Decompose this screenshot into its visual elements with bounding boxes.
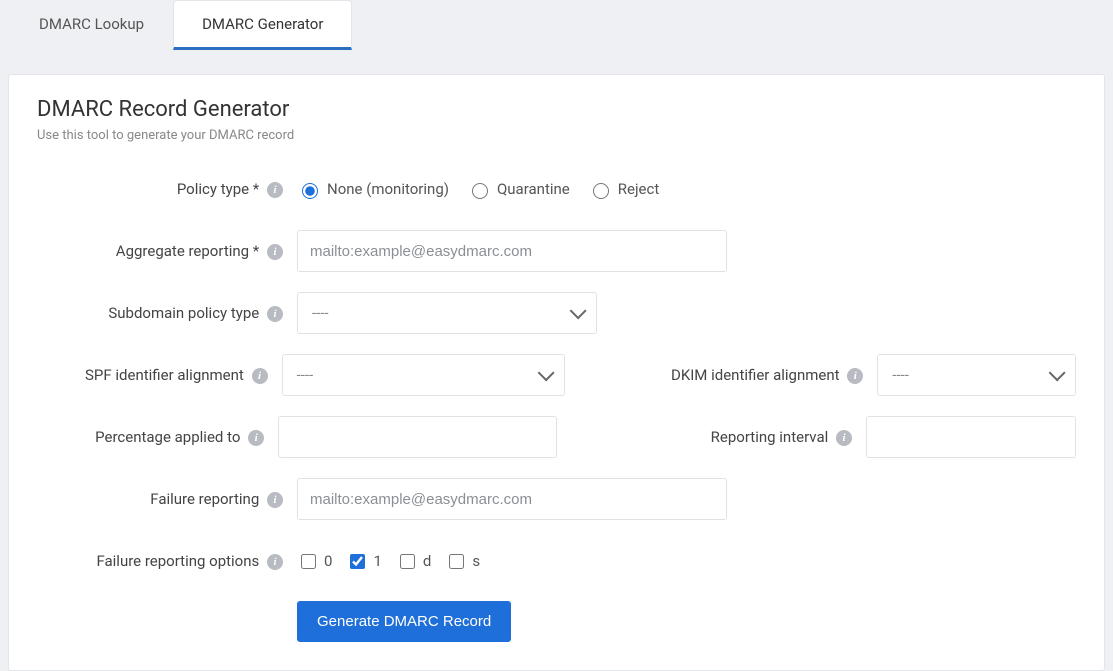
- info-icon[interactable]: i: [836, 430, 852, 446]
- failure-opt-1-label: 1: [373, 552, 381, 570]
- info-icon[interactable]: i: [252, 368, 268, 384]
- aggregate-label: Aggregate reporting * i: [37, 242, 297, 260]
- failure-opt-d-label: d: [423, 552, 431, 570]
- dkim-text: DKIM identifier alignment: [671, 366, 840, 384]
- spf-align-select[interactable]: ----: [282, 354, 565, 396]
- chevron-down-icon: [537, 364, 554, 381]
- failure-opt-1[interactable]: 1: [346, 551, 381, 572]
- page-title: DMARC Record Generator: [37, 97, 1076, 122]
- info-icon[interactable]: i: [267, 306, 283, 322]
- subdomain-label: Subdomain policy type i: [37, 304, 297, 322]
- policy-reject-radio[interactable]: [593, 183, 609, 199]
- subdomain-policy-value: ----: [312, 304, 329, 322]
- policy-quarantine[interactable]: Quarantine: [467, 180, 570, 199]
- policy-quarantine-radio[interactable]: [472, 183, 488, 199]
- policy-none[interactable]: None (monitoring): [297, 180, 449, 199]
- failure-opt-0-label: 0: [324, 552, 332, 570]
- failure-opt-0[interactable]: 0: [297, 551, 332, 572]
- tab-lookup[interactable]: DMARC Lookup: [10, 0, 173, 50]
- policy-quarantine-label: Quarantine: [497, 180, 570, 198]
- interval-text: Reporting interval: [711, 428, 829, 446]
- failure-reporting-input[interactable]: [297, 478, 727, 520]
- info-icon[interactable]: i: [267, 492, 283, 508]
- chevron-down-icon: [570, 302, 587, 319]
- page-subtitle: Use this tool to generate your DMARC rec…: [37, 128, 1076, 143]
- info-icon[interactable]: i: [267, 244, 283, 260]
- policy-none-radio[interactable]: [302, 183, 318, 199]
- pct-label: Percentage applied to i: [37, 428, 278, 446]
- tab-lookup-label: DMARC Lookup: [39, 15, 144, 33]
- failure-opt-s-check[interactable]: [449, 554, 464, 569]
- tab-generator-label: DMARC Generator: [202, 15, 323, 33]
- pct-text: Percentage applied to: [95, 428, 240, 446]
- failure-text: Failure reporting: [150, 490, 259, 508]
- percentage-input[interactable]: [278, 416, 557, 458]
- dkim-label: DKIM identifier alignment i: [605, 366, 878, 384]
- generator-panel: DMARC Record Generator Use this tool to …: [8, 74, 1105, 671]
- interval-label: Reporting interval i: [597, 428, 866, 446]
- info-icon[interactable]: i: [267, 554, 283, 570]
- failure-opt-s-label: s: [472, 552, 480, 570]
- generate-button[interactable]: Generate DMARC Record: [297, 601, 511, 642]
- aggregate-text: Aggregate reporting *: [116, 242, 259, 260]
- failure-opt-1-check[interactable]: [350, 554, 365, 569]
- tabs: DMARC Lookup DMARC Generator: [0, 0, 1113, 50]
- spf-text: SPF identifier alignment: [85, 366, 244, 384]
- policy-reject-label: Reject: [618, 180, 660, 198]
- info-icon[interactable]: i: [248, 430, 264, 446]
- failure-opt-0-check[interactable]: [301, 554, 316, 569]
- interval-input[interactable]: [866, 416, 1076, 458]
- failure-label: Failure reporting i: [37, 490, 297, 508]
- policy-reject[interactable]: Reject: [588, 180, 660, 199]
- dkim-align-value: ----: [892, 366, 909, 384]
- tab-generator[interactable]: DMARC Generator: [173, 0, 352, 50]
- failure-option-checks: 0 1 d s: [297, 551, 480, 572]
- spf-align-value: ----: [297, 366, 314, 384]
- dkim-align-select[interactable]: ----: [877, 354, 1076, 396]
- generate-button-label: Generate DMARC Record: [317, 613, 491, 630]
- failure-opts-label: Failure reporting options i: [37, 552, 297, 570]
- policy-none-label: None (monitoring): [327, 180, 449, 198]
- failure-opt-d[interactable]: d: [396, 551, 431, 572]
- aggregate-reporting-input[interactable]: [297, 230, 727, 272]
- subdomain-text: Subdomain policy type: [108, 304, 259, 322]
- info-icon[interactable]: i: [267, 182, 283, 198]
- policy-type-text: Policy type *: [177, 180, 259, 198]
- failure-opts-text: Failure reporting options: [96, 552, 259, 570]
- policy-type-radios: None (monitoring) Quarantine Reject: [297, 180, 659, 199]
- failure-opt-d-check[interactable]: [400, 554, 415, 569]
- subdomain-policy-select[interactable]: ----: [297, 292, 597, 334]
- info-icon[interactable]: i: [847, 368, 863, 384]
- policy-type-label: Policy type * i: [37, 180, 297, 198]
- spf-label: SPF identifier alignment i: [37, 366, 282, 384]
- chevron-down-icon: [1049, 364, 1066, 381]
- failure-opt-s[interactable]: s: [445, 551, 480, 572]
